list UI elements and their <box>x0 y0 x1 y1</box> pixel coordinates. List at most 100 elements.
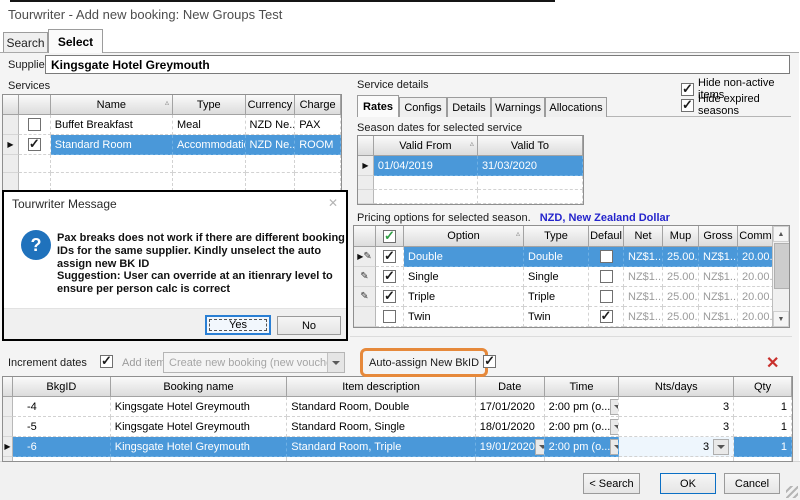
bkgid-cell[interactable]: -6 <box>13 437 111 457</box>
net-cell[interactable]: NZ$1... <box>624 307 663 327</box>
bkgid-header[interactable]: BkgID <box>13 377 111 397</box>
default-cell[interactable] <box>589 287 624 307</box>
gross-cell[interactable]: NZ$1... <box>699 247 738 267</box>
default-checkbox[interactable] <box>600 250 613 263</box>
mup-cell[interactable]: 25.00... <box>663 267 699 287</box>
comm-cell[interactable]: 20.00... <box>738 247 774 267</box>
date-cell[interactable]: 19/01/2020 <box>476 437 545 457</box>
table-row[interactable]: ▶✎ Double Double NZ$1... 25.00... NZ$1..… <box>354 247 789 267</box>
tab-details[interactable]: Details <box>447 97 491 117</box>
valid-to-header[interactable]: Valid To <box>478 136 583 156</box>
select-all-checkbox[interactable] <box>383 230 396 243</box>
type-cell[interactable]: Triple <box>524 287 589 307</box>
comm-header[interactable]: Comm <box>738 226 774 247</box>
services-charge-header[interactable]: Charge <box>295 95 341 115</box>
service-charge-cell[interactable]: PAX <box>295 115 341 135</box>
default-checkbox[interactable] <box>600 270 613 283</box>
valid-from-cell[interactable]: 01/04/2019 <box>374 156 478 176</box>
default-cell[interactable] <box>589 307 624 327</box>
nts-days-cell[interactable]: 3 <box>619 417 734 437</box>
scroll-up-button[interactable]: ▲ <box>773 226 789 242</box>
time-cell[interactable]: 2:00 pm (o... <box>545 397 620 417</box>
default-cell[interactable] <box>589 247 624 267</box>
item-description-cell[interactable]: Standard Room, Double <box>287 397 476 417</box>
price-checkbox-cell[interactable] <box>376 287 404 307</box>
type-cell[interactable]: Double <box>524 247 589 267</box>
nts-days-header[interactable]: Nts/days <box>619 377 734 397</box>
net-header[interactable]: Net <box>624 226 663 247</box>
price-checkbox[interactable] <box>383 290 396 303</box>
resize-grip[interactable] <box>786 486 798 498</box>
type-cell[interactable]: Single <box>524 267 589 287</box>
service-type-cell[interactable]: Accommodation <box>173 135 246 155</box>
pricing-check-header[interactable] <box>376 226 404 247</box>
default-cell[interactable] <box>589 267 624 287</box>
service-checkbox[interactable] <box>28 138 41 151</box>
type-header[interactable]: Type <box>524 226 589 247</box>
gross-cell[interactable]: NZ$1... <box>699 287 738 307</box>
qty-cell[interactable]: 1 <box>734 397 792 417</box>
table-row[interactable]: Buffet Breakfast Meal NZD Ne... PAX <box>3 115 341 135</box>
table-row[interactable]: ✎ Single Single NZ$1... 25.00... NZ$1...… <box>354 267 789 287</box>
gross-cell[interactable]: NZ$1... <box>699 267 738 287</box>
increment-dates-checkbox[interactable] <box>100 355 113 368</box>
hide-expired-checkbox[interactable] <box>681 99 694 112</box>
services-type-header[interactable]: Type <box>173 95 246 115</box>
price-checkbox-cell[interactable] <box>376 307 404 327</box>
qty-cell[interactable]: 1 <box>734 417 792 437</box>
net-cell[interactable]: NZ$1... <box>624 267 663 287</box>
default-header[interactable]: Defaul <box>589 226 624 247</box>
comm-cell[interactable]: 20.00... <box>738 307 774 327</box>
price-checkbox[interactable] <box>383 310 396 323</box>
mup-cell[interactable]: 25.00... <box>663 287 699 307</box>
tab-warnings[interactable]: Warnings <box>491 97 545 117</box>
supplier-field[interactable]: Kingsgate Hotel Greymouth <box>45 55 790 74</box>
net-cell[interactable]: NZ$1... <box>624 247 663 267</box>
default-checkbox[interactable] <box>600 310 613 323</box>
close-icon[interactable]: ✕ <box>328 196 338 210</box>
booking-name-header[interactable]: Booking name <box>111 377 288 397</box>
delete-icon[interactable]: ✕ <box>766 353 779 373</box>
price-checkbox-cell[interactable] <box>376 267 404 287</box>
services-currency-header[interactable]: Currency <box>246 95 296 115</box>
chevron-down-icon[interactable] <box>610 399 619 415</box>
yes-button[interactable]: Yes <box>205 315 271 335</box>
price-checkbox-cell[interactable] <box>376 247 404 267</box>
item-description-cell[interactable]: Standard Room, Triple <box>287 437 476 457</box>
table-row[interactable]: -4 Kingsgate Hotel Greymouth Standard Ro… <box>3 397 792 417</box>
booking-name-cell[interactable]: Kingsgate Hotel Greymouth <box>111 417 288 437</box>
ok-button[interactable]: OK <box>660 473 716 494</box>
service-name-cell[interactable]: Buffet Breakfast <box>51 115 173 135</box>
mup-cell[interactable]: 25.00... <box>663 307 699 327</box>
qty-cell[interactable]: 1 <box>734 437 792 457</box>
chevron-down-icon[interactable] <box>610 439 619 455</box>
time-cell[interactable]: 2:00 pm (o... <box>545 437 620 457</box>
gross-header[interactable]: Gross <box>699 226 738 247</box>
qty-header[interactable]: Qty <box>734 377 792 397</box>
bkgid-cell[interactable]: -5 <box>13 417 111 437</box>
option-cell[interactable]: Single <box>404 267 524 287</box>
date-header[interactable]: Date <box>476 377 545 397</box>
tab-search[interactable]: Search <box>3 32 48 53</box>
option-cell[interactable]: Double <box>404 247 524 267</box>
type-cell[interactable]: Twin <box>524 307 589 327</box>
search-back-button[interactable]: < Search <box>583 473 640 494</box>
mup-header[interactable]: Mup <box>663 226 699 247</box>
date-cell[interactable]: 18/01/2020 <box>476 417 545 437</box>
auto-assign-checkbox[interactable] <box>483 355 496 368</box>
gross-cell[interactable]: NZ$1... <box>699 307 738 327</box>
table-row[interactable]: ▶ 01/04/2019 31/03/2020 <box>358 156 583 176</box>
booking-name-cell[interactable]: Kingsgate Hotel Greymouth <box>111 437 288 457</box>
time-header[interactable]: Time <box>545 377 620 397</box>
no-button[interactable]: No <box>277 316 341 335</box>
tab-select[interactable]: Select <box>48 29 103 53</box>
services-name-header[interactable]: Name▵ <box>51 95 173 115</box>
valid-from-header[interactable]: Valid From▵ <box>374 136 478 156</box>
chevron-down-icon[interactable] <box>713 439 729 455</box>
tab-configs[interactable]: Configs <box>399 97 447 117</box>
booking-name-cell[interactable]: Kingsgate Hotel Greymouth <box>111 397 288 417</box>
hide-expired-option[interactable]: Hide expired seasons <box>681 93 800 117</box>
service-checkbox[interactable] <box>28 118 41 131</box>
service-currency-cell[interactable]: NZD Ne... <box>246 115 296 135</box>
mup-cell[interactable]: 25.00... <box>663 247 699 267</box>
